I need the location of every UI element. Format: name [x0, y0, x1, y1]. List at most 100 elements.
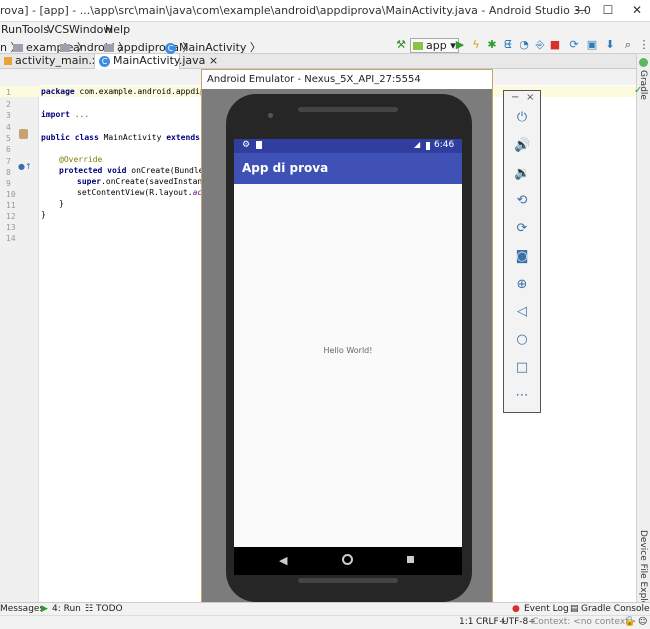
menu-tools[interactable]: Tools [22, 23, 49, 36]
avd-manager-icon[interactable]: ▣ [586, 39, 598, 51]
line-number: 11 [6, 201, 16, 210]
android-activity-icon[interactable] [19, 129, 28, 139]
android-nav-bar: ◀ [234, 547, 462, 575]
hammer-icon[interactable]: ⚒ [395, 39, 407, 51]
code-line: setContentView(R.layout.acti [77, 188, 212, 197]
class-icon: C [99, 56, 110, 67]
maximize-icon[interactable]: ☐ [601, 3, 615, 17]
status-bar: 1:1 CRLF÷ UTF-8÷ Context: <no context> 🔓… [0, 615, 650, 629]
apply-changes-icon[interactable]: ϟ [470, 39, 482, 51]
code-line: protected void onCreate(Bundle s [59, 166, 214, 175]
code-line: super.onCreate(savedInstance [77, 177, 212, 186]
line-number: 14 [6, 234, 16, 243]
attach-icon[interactable]: ᘀ [502, 39, 514, 51]
lock-icon[interactable]: 🔓 [624, 617, 635, 627]
overview-button-icon[interactable]: □ [514, 360, 530, 376]
power-icon[interactable]: ⏻ [514, 110, 530, 126]
hector-icon[interactable]: ☺ [638, 617, 647, 627]
file-encoding[interactable]: UTF-8÷ [502, 617, 536, 627]
home-icon[interactable] [342, 554, 353, 565]
todo-icon: ☷ [85, 604, 94, 614]
sdk-manager-icon[interactable]: ⬇ [604, 39, 616, 51]
breadcrumb-item[interactable]: C MainActivity 〉 [165, 39, 261, 55]
run-config-select[interactable]: app ▾ [410, 38, 459, 53]
tab-close-icon[interactable]: × [209, 54, 218, 67]
phone-screen[interactable]: ⚙ ◢ 6:46 App di prova Hello World! ◀ [234, 139, 462, 575]
menu-run[interactable]: Run [1, 23, 22, 36]
volume-down-icon[interactable]: 🔉 [514, 166, 530, 182]
sync-icon[interactable]: ⟳ [568, 39, 580, 51]
menu-vcs[interactable]: VCS [47, 23, 69, 36]
speaker-grille [298, 107, 398, 112]
window-titlebar: rova] - [app] - ...\app\src\main\java\co… [0, 0, 650, 22]
more-options-icon[interactable]: ⋯ [514, 388, 530, 404]
app-bar: App di prova [234, 153, 462, 184]
speaker-grille [298, 578, 398, 583]
back-button-icon[interactable]: ◁ [514, 304, 530, 320]
bottom-tool-bar: Messages ▶ 4: Run ☷ TODO ● Event Log ▤ G… [0, 602, 650, 615]
override-marker-icon[interactable]: ●↑ [18, 162, 32, 171]
hello-text: Hello World! [323, 346, 373, 355]
close-icon[interactable]: ✕ [630, 3, 644, 17]
run-tool-button[interactable]: 4: Run [52, 604, 81, 614]
line-number: 2 [6, 100, 11, 109]
run-tool-icon: ▶ [41, 604, 48, 614]
phone-frame: ⚙ ◢ 6:46 App di prova Hello World! ◀ [226, 94, 472, 602]
line-number: 8 [6, 168, 11, 177]
caret-position[interactable]: 1:1 [459, 617, 473, 627]
code-line: import ... [41, 110, 90, 119]
line-number: 6 [6, 145, 11, 154]
panel-minimize[interactable]: − [511, 92, 519, 103]
zoom-icon[interactable]: ⊕ [514, 277, 530, 293]
navigation-bar: n 〉 example 〉 android 〉 appdiprova 〉 CMa… [0, 37, 650, 54]
menu-bar: Run Tools VCS Window Help [0, 22, 650, 37]
recents-icon[interactable] [407, 556, 414, 563]
debug-icon[interactable]: ✱ [486, 39, 498, 51]
tab-activity-main[interactable]: activity_main.xml × [0, 54, 125, 69]
run-icon[interactable]: ▶ [454, 39, 466, 51]
gradle-console-button[interactable]: Gradle Console [581, 604, 650, 614]
volume-up-icon[interactable]: 🔊 [514, 138, 530, 154]
line-number: 4 [6, 123, 11, 132]
rotate-left-icon[interactable]: ⟲ [514, 193, 530, 209]
home-button-icon[interactable]: ○ [514, 332, 530, 348]
line-number: 5 [6, 134, 11, 143]
camera-screenshot-icon[interactable]: ◙ [514, 249, 530, 265]
app-title: App di prova [242, 161, 329, 175]
profile-icon[interactable]: ◔ [518, 39, 530, 51]
more-icon[interactable]: ⋮ [638, 39, 650, 51]
stop-icon[interactable]: ■ [549, 39, 561, 51]
back-icon[interactable]: ◀ [279, 554, 287, 567]
gradle-console-icon: ▤ [570, 604, 579, 614]
sd-card-icon [256, 141, 262, 149]
todo-tool-button[interactable]: TODO [96, 604, 123, 614]
code-line: public class MainActivity extends Ap [41, 133, 214, 142]
emulator-title: Android Emulator - Nexus_5X_API_27:5554 [202, 70, 492, 89]
line-number: 7 [6, 157, 11, 166]
event-log-icon: ● [512, 604, 520, 614]
gradle-icon [639, 58, 648, 67]
minimize-icon[interactable]: — [574, 3, 588, 17]
emulator-window: Android Emulator - Nexus_5X_API_27:5554 … [201, 69, 493, 607]
editor-tabs: activity_main.xml × CMainActivity.java × [0, 54, 636, 69]
android-icon [413, 42, 423, 50]
tab-main-activity[interactable]: C MainActivity.java × [94, 54, 218, 69]
android-status-bar: ⚙ ◢ 6:46 [234, 139, 462, 153]
event-log-button[interactable]: Event Log [524, 604, 569, 614]
rotate-right-icon[interactable]: ⟳ [514, 221, 530, 237]
emulator-controls: − × ⏻ 🔊 🔉 ⟲ ⟳ ◙ ⊕ ◁ ○ □ ⋯ [503, 90, 541, 413]
signal-icon: ◢ [414, 140, 421, 149]
context-indicator: Context: <no context> [532, 617, 637, 627]
folder-icon [60, 44, 70, 52]
window-title: rova] - [app] - ...\app\src\main\java\co… [0, 4, 591, 17]
search-icon[interactable]: ⌕ [622, 39, 634, 51]
messages-tool-button[interactable]: Messages [0, 604, 44, 614]
attach-debugger-icon[interactable]: ⎆ [534, 39, 546, 51]
code-line: @Override [59, 155, 103, 164]
code-line: } [41, 210, 46, 219]
menu-help[interactable]: Help [105, 23, 130, 36]
folder-icon [104, 44, 114, 52]
panel-close[interactable]: × [526, 92, 534, 103]
checkmark-icon: ✓ [634, 85, 643, 96]
xml-file-icon [4, 57, 12, 65]
